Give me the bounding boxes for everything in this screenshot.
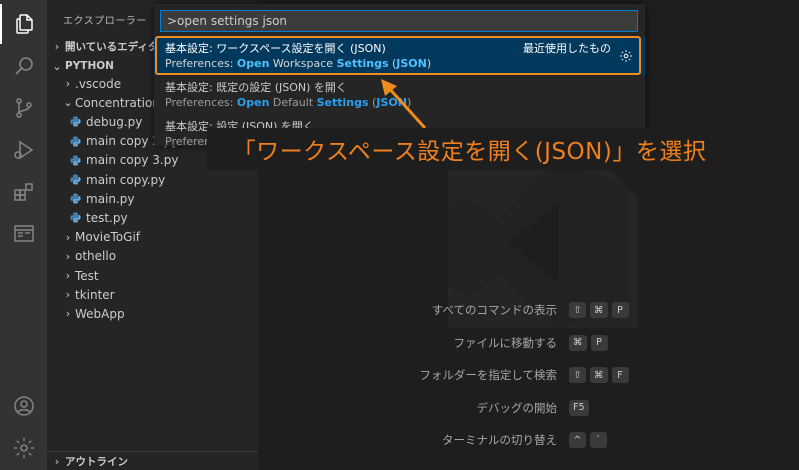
key-cap: F: [611, 367, 629, 383]
chevron-right-icon: ›: [65, 249, 71, 263]
chevron-right-icon: ›: [65, 77, 71, 90]
detail-text: ): [426, 57, 432, 70]
remote-explorer-icon[interactable]: [0, 214, 47, 254]
key-cap: ⇧: [569, 367, 586, 383]
chevron-right-icon: ›: [54, 39, 60, 53]
outline-section[interactable]: › アウトライン: [47, 451, 258, 470]
tree-item-label: debug.py: [86, 114, 143, 129]
chevron-right-icon: ›: [65, 288, 71, 302]
key-cap: P: [590, 334, 608, 351]
shortcut-row: デバッグの開始 F5: [258, 399, 799, 416]
tree-item-label: othello: [75, 249, 117, 264]
shortcut-row: すべてのコマンドの表示 ⇧ ⌘ P: [258, 302, 799, 318]
outline-label: アウトライン: [65, 456, 128, 468]
shortcut-row: ファイルに移動する ⌘ P: [258, 334, 799, 351]
tree-file-item[interactable]: main.py: [47, 189, 258, 208]
command-detail: Preferer: [165, 135, 209, 146]
detail-text: Preferences:: [165, 57, 237, 70]
run-debug-icon[interactable]: [0, 130, 47, 170]
tree-item-label: main.py: [86, 191, 135, 206]
tree-item-label: Test: [75, 268, 99, 283]
tree-file-item[interactable]: main copy.py: [47, 170, 258, 189]
extensions-icon[interactable]: [0, 172, 47, 212]
shortcut-keys: F5: [569, 399, 589, 416]
chevron-down-icon: ⌄: [52, 59, 62, 73]
key-cap: ⌘: [569, 334, 587, 351]
shortcut-keys: ⌘ P: [569, 334, 608, 351]
python-file-icon: [67, 192, 83, 206]
tree-folder-item[interactable]: › Test: [47, 266, 258, 285]
recently-used-hint: 最近使用したもの: [523, 42, 611, 55]
tree-item-label: main copy.py: [86, 172, 166, 187]
detail-text: Workspace: [269, 57, 337, 70]
python-file-icon: [67, 153, 83, 167]
key-cap: F5: [569, 399, 589, 416]
python-file-icon: [67, 134, 83, 148]
chevron-right-icon: ›: [65, 269, 71, 282]
detail-text: Default: [269, 96, 317, 109]
source-control-icon[interactable]: [0, 88, 47, 128]
key-cap: ⌘: [590, 302, 608, 318]
shortcut-label: すべてのコマンドの表示: [431, 303, 557, 317]
outline-header[interactable]: › アウトライン: [47, 452, 258, 470]
key-cap: ^: [569, 432, 586, 448]
chevron-right-icon: ›: [65, 230, 71, 244]
chevron-down-icon: ⌄: [63, 96, 73, 110]
command-palette-input[interactable]: [160, 10, 638, 32]
key-cap: ⇧: [569, 302, 586, 318]
account-icon[interactable]: [0, 386, 47, 426]
chevron-right-icon: ›: [65, 307, 71, 321]
python-file-icon: [67, 115, 83, 129]
shortcut-label: デバッグの開始: [476, 400, 558, 415]
configure-keybinding-gear-icon[interactable]: [619, 49, 633, 63]
detail-text: Preferences:: [165, 96, 237, 109]
match-highlight: Settings: [336, 57, 389, 70]
command-label: 基本設定: 既定の設定 (JSON) を開く: [165, 81, 347, 94]
tree-item-label: test.py: [86, 210, 128, 225]
command-palette-item[interactable]: 基本設定: ワークスペース設定を開く (JSON) Preferences: Op…: [154, 37, 645, 75]
tree-item-label: .vscode: [75, 76, 122, 91]
sidebar-title: エクスプローラー: [63, 16, 147, 27]
annotation-arrow-icon: [381, 79, 427, 130]
tree-item-label: MovieToGif: [75, 230, 141, 245]
tree-folder-item[interactable]: › WebApp: [47, 304, 258, 323]
tree-folder-item[interactable]: › tkinter: [47, 285, 258, 304]
activity-bar: [0, 0, 47, 470]
tree-item-label: WebApp: [75, 306, 125, 321]
tree-item-label: Concentration: [75, 95, 160, 110]
shortcut-row: フォルダーを指定して検索 ⇧ ⌘ F: [258, 367, 799, 383]
tree-file-item[interactable]: test.py: [47, 208, 258, 227]
detail-text: Preferer: [165, 135, 209, 146]
key-cap: P: [611, 302, 629, 318]
command-detail: Preferences: Open Workspace Settings (JS…: [165, 57, 431, 70]
shortcut-row: ターミナルの切り替え ^ `: [258, 432, 799, 448]
settings-gear-icon[interactable]: [0, 428, 47, 468]
chevron-right-icon: ›: [54, 455, 60, 468]
match-highlight: Open: [236, 96, 270, 109]
python-file-icon: [67, 173, 83, 187]
shortcut-keys: ⇧ ⌘ F: [569, 367, 629, 383]
search-icon[interactable]: [0, 46, 47, 86]
shortcut-keys: ⇧ ⌘ P: [569, 302, 629, 318]
tree-item-label: main copy 3.py: [86, 153, 179, 168]
match-highlight: JSON: [396, 57, 427, 70]
annotation-callout: 「ワークスペース設定を開く(JSON)」を選択: [207, 128, 732, 170]
shortcut-keys: ^ `: [569, 432, 607, 448]
key-cap: ⌘: [590, 367, 608, 383]
python-file-icon: [67, 211, 83, 225]
tree-folder-item[interactable]: › MovieToGif: [47, 228, 258, 247]
editor-welcome-area: すべてのコマンドの表示 ⇧ ⌘ P ファイルに移動する ⌘ P フォルダーを指定して検索 ⇧ ⌘ F…: [258, 128, 799, 470]
command-label: 基本設定: ワークスペース設定を開く (JSON): [165, 42, 386, 55]
shortcut-label: ファイルに移動する: [453, 335, 558, 350]
key-cap: `: [590, 432, 607, 448]
explorer-icon[interactable]: [0, 4, 47, 44]
annotation-text: 「ワークスペース設定を開く(JSON)」を選択: [232, 139, 707, 165]
shortcut-label: ターミナルの切り替え: [442, 433, 557, 447]
workspace-label: PYTHON: [65, 60, 114, 72]
tree-item-label: tkinter: [75, 287, 115, 302]
shortcut-label: フォルダーを指定して検索: [419, 368, 557, 382]
tree-folder-item[interactable]: › othello: [47, 247, 258, 266]
match-highlight: Open: [236, 57, 270, 70]
match-highlight: Settings: [316, 96, 369, 109]
